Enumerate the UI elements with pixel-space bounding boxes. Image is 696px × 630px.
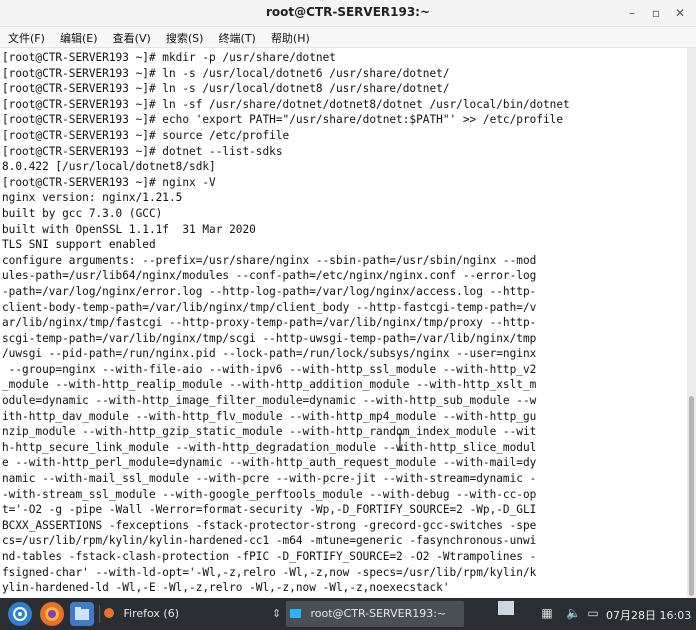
menu-file[interactable]: 文件(F) [0, 27, 45, 46]
notification-icon[interactable]: ▭ [586, 606, 600, 620]
menu-bar: 文件(F) 编辑(E) 查看(V) 搜索(S) 终端(T) 帮助(H) [0, 27, 696, 48]
menu-view[interactable]: 查看(V) [105, 27, 151, 46]
terminal-icon [290, 609, 301, 618]
volume-icon[interactable]: 🔈 [566, 606, 581, 620]
text-cursor-icon [397, 433, 403, 451]
close-button[interactable]: ✕ [670, 3, 690, 23]
terminal-window: root@CTR-SERVER193:~ – ▫ ✕ 文件(F) 编辑(E) 查… [0, 0, 696, 598]
keyboard-indicator-icon[interactable] [498, 601, 514, 615]
terminal-text[interactable]: [root@CTR-SERVER193 ~]# mkdir -p /usr/sh… [0, 48, 687, 596]
scroll-arrows-icon: ⇕ [272, 607, 282, 620]
scrollbar-thumb[interactable] [689, 396, 694, 596]
minimize-button[interactable]: – [622, 3, 642, 23]
menu-help[interactable]: 帮助(H) [263, 27, 310, 46]
menu-terminal[interactable]: 终端(T) [211, 27, 256, 46]
taskbar-terminal-task[interactable]: root@CTR-SERVER193:~ [286, 601, 464, 627]
firefox-icon[interactable] [40, 602, 64, 626]
terminal-output[interactable]: [root@CTR-SERVER193 ~]# mkdir -p /usr/sh… [0, 48, 687, 596]
taskbar-firefox-task[interactable]: Firefox (6) ⇕ [104, 601, 284, 627]
start-menu-icon[interactable] [8, 602, 32, 626]
taskbar-terminal-label: root@CTR-SERVER193:~ [310, 607, 447, 620]
title-bar[interactable]: root@CTR-SERVER193:~ – ▫ ✕ [0, 0, 696, 27]
menu-edit[interactable]: 编辑(E) [52, 27, 98, 46]
taskbar: Firefox (6) ⇕ root@CTR-SERVER193:~ ▦ 🔈 ▭… [0, 598, 696, 630]
menu-search[interactable]: 搜索(S) [158, 27, 204, 46]
scrollbar[interactable] [687, 48, 696, 598]
maximize-button[interactable]: ▫ [646, 3, 666, 23]
file-manager-icon[interactable] [70, 602, 94, 626]
window-title: root@CTR-SERVER193:~ [265, 5, 431, 19]
taskbar-separator [99, 605, 100, 623]
network-icon[interactable]: ▦ [540, 606, 554, 620]
firefox-small-icon [104, 608, 114, 618]
taskbar-clock[interactable]: 07月28日 16:03 [606, 607, 691, 623]
taskbar-firefox-label: Firefox (6) [123, 607, 179, 620]
